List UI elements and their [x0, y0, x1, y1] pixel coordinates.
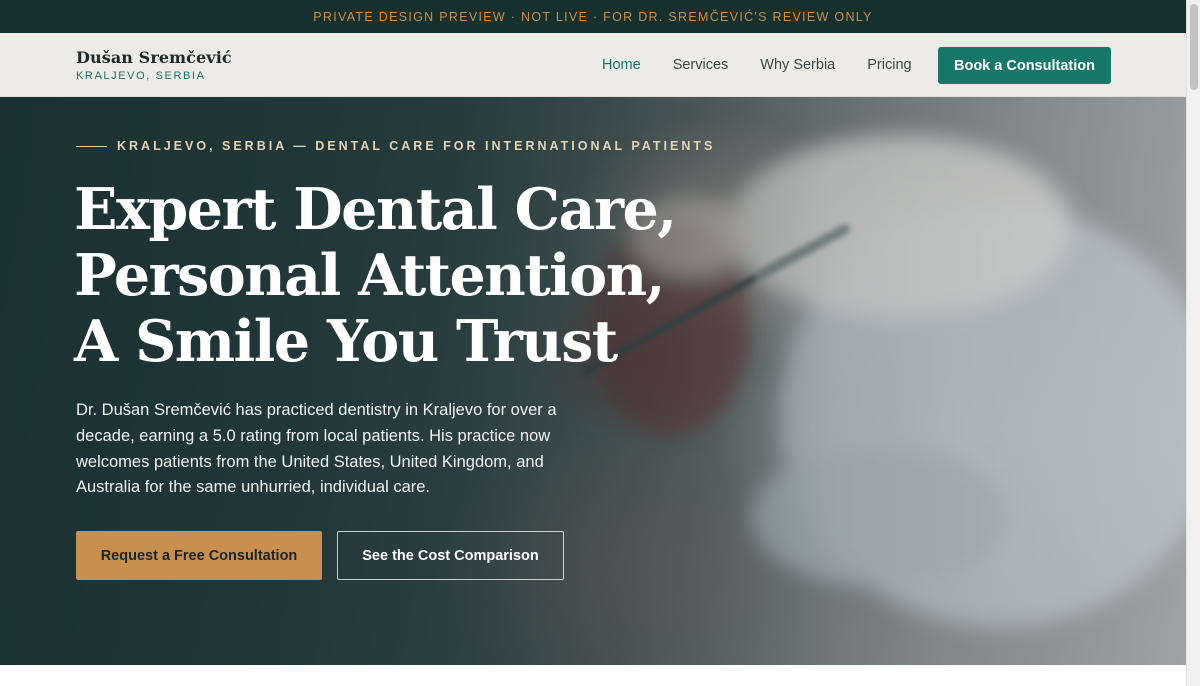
eyebrow-rule: [76, 145, 107, 147]
scrollbar-thumb[interactable]: [1190, 4, 1198, 90]
hero-section: KRALJEVO, SERBIA — DENTAL CARE FOR INTER…: [0, 97, 1186, 665]
book-consultation-button[interactable]: Book a Consultation: [938, 47, 1111, 84]
nav-services[interactable]: Services: [673, 57, 729, 73]
nav-why-serbia[interactable]: Why Serbia: [760, 57, 835, 73]
brand-location: KRALJEVO, SERBIA: [76, 70, 206, 82]
nav-home[interactable]: Home: [602, 57, 641, 73]
nav-pricing[interactable]: Pricing: [867, 57, 911, 73]
request-consultation-button[interactable]: Request a Free Consultation: [76, 531, 322, 580]
hero-title-line-1: Expert Dental Care,: [74, 176, 677, 243]
cost-comparison-button[interactable]: See the Cost Comparison: [337, 531, 564, 580]
preview-banner: PRIVATE DESIGN PREVIEW · NOT LIVE · FOR …: [0, 0, 1186, 33]
preview-banner-text: PRIVATE DESIGN PREVIEW · NOT LIVE · FOR …: [313, 9, 873, 24]
hero-description: Dr. Dušan Sremčević has practiced dentis…: [76, 401, 557, 497]
page-scrollbar[interactable]: [1186, 0, 1200, 686]
hero-title-line-2: Personal Attention,: [74, 242, 665, 309]
brand-name: Dušan Sremčević: [76, 48, 232, 67]
site-header: Dušan Sremčević KRALJEVO, SERBIA Home Se…: [0, 33, 1186, 97]
hero-title-line-3: A Smile You Trust: [74, 308, 618, 375]
main-nav: Home Services Why Serbia Pricing: [602, 57, 944, 73]
hero-eyebrow: KRALJEVO, SERBIA — DENTAL CARE FOR INTER…: [76, 139, 715, 153]
eyebrow-text: KRALJEVO, SERBIA — DENTAL CARE FOR INTER…: [117, 139, 716, 153]
hero-title: Expert Dental Care, Personal Attention, …: [74, 177, 714, 375]
page-viewport: PRIVATE DESIGN PREVIEW · NOT LIVE · FOR …: [0, 0, 1186, 686]
brand-logo[interactable]: Dušan Sremčević KRALJEVO, SERBIA: [76, 48, 232, 82]
